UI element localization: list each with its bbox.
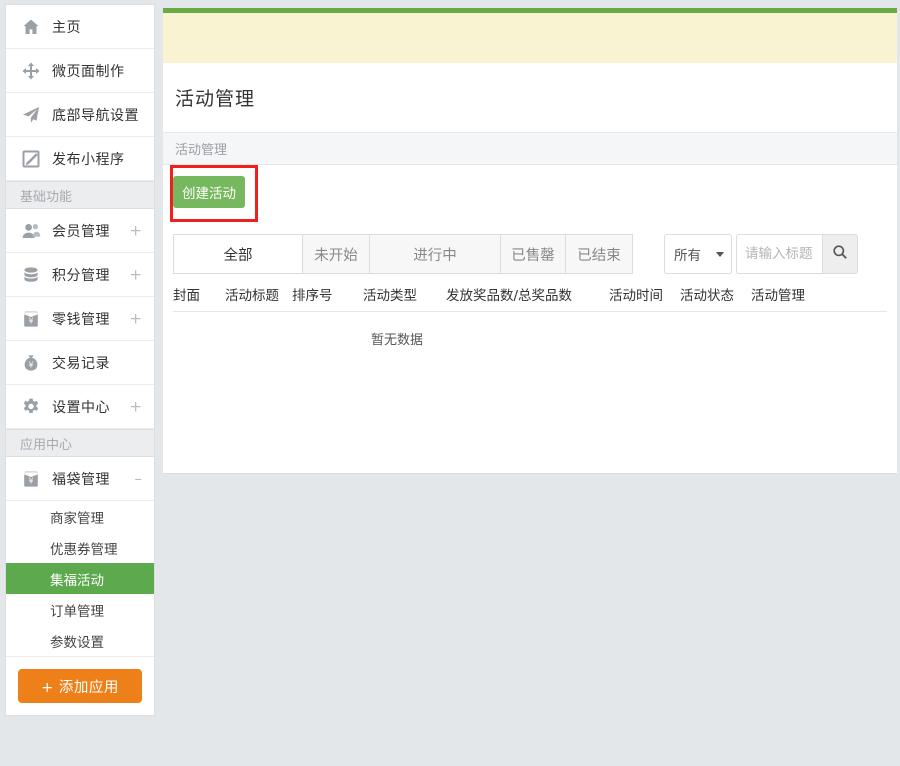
- sidebar-item-settings[interactable]: 设置中心 +: [6, 385, 154, 429]
- sidebar-item-label: 设置中心: [52, 399, 110, 416]
- sidebar-item-fudai[interactable]: ¥ 福袋管理 –: [6, 457, 154, 501]
- sidebar-item-micropage[interactable]: 微页面制作: [6, 49, 154, 93]
- column-header-title: 活动标题: [225, 287, 279, 304]
- column-header-cover: 封面: [173, 287, 200, 304]
- sidebar-subitem-label: 参数设置: [50, 634, 104, 651]
- sidebar-item-points[interactable]: 积分管理 +: [6, 253, 154, 297]
- sidebar-section-basic: 基础功能: [6, 181, 154, 209]
- database-icon: [20, 264, 42, 286]
- breadcrumb: 活动管理: [163, 133, 897, 165]
- sidebar-subitem-merchant[interactable]: 商家管理: [6, 501, 154, 532]
- search-icon: [832, 244, 848, 264]
- column-header-time: 活动时间: [609, 287, 663, 304]
- tab-all[interactable]: 全部: [173, 234, 302, 274]
- sidebar-item-members[interactable]: 会员管理 +: [6, 209, 154, 253]
- sidebar-subitem-coupon[interactable]: 优惠券管理: [6, 532, 154, 563]
- page-header: 活动管理: [163, 63, 897, 133]
- sidebar-item-label: 零钱管理: [52, 311, 110, 328]
- tab-label: 已结束: [577, 247, 621, 264]
- column-header-status: 活动状态: [680, 287, 734, 304]
- type-select[interactable]: 所有: [664, 234, 732, 274]
- search-input[interactable]: [736, 234, 822, 274]
- tab-label: 进行中: [413, 247, 457, 264]
- sidebar-item-bottomnav[interactable]: 底部导航设置: [6, 93, 154, 137]
- sidebar-item-home[interactable]: 主页: [6, 5, 154, 49]
- breadcrumb-item: 活动管理: [175, 143, 228, 158]
- add-app-container: + 添加应用: [6, 656, 154, 715]
- search-button[interactable]: [822, 234, 858, 274]
- app-root: 主页 微页面制作 底部导航设置 发布小程序 基础功能 会员管理 + 积分管理 +…: [0, 0, 900, 766]
- tab-in-progress[interactable]: 进行中: [369, 234, 500, 274]
- activity-table: 封面 活动标题 排序号 活动类型 发放奖品数/总奖品数 活动时间 活动状态 活动…: [173, 276, 887, 364]
- sidebar-item-label: 主页: [52, 19, 81, 36]
- expand-plus-icon[interactable]: +: [129, 223, 142, 238]
- page-title: 活动管理: [175, 88, 256, 110]
- table-empty-state: 暂无数据: [173, 312, 887, 364]
- sidebar-section-apps: 应用中心: [6, 429, 154, 457]
- notice-banner: [163, 13, 897, 63]
- red-envelope-icon: ¥: [20, 468, 42, 490]
- sidebar-subitem-label: 订单管理: [50, 603, 104, 620]
- section-label: 基础功能: [20, 189, 73, 205]
- svg-text:¥: ¥: [29, 360, 34, 369]
- sidebar-subitem-jifu-activity[interactable]: 集福活动: [6, 563, 154, 594]
- table-header-row: 封面 活动标题 排序号 活动类型 发放奖品数/总奖品数 活动时间 活动状态 活动…: [173, 276, 887, 312]
- main-content: 活动管理 活动管理 创建活动 全部 未开始 进行中 已售罄 已结束 所有 请输入…: [163, 0, 900, 766]
- tab-sold-out[interactable]: 已售罄: [500, 234, 565, 274]
- sidebar-item-publish[interactable]: 发布小程序: [6, 137, 154, 181]
- empty-text: 暂无数据: [371, 332, 424, 348]
- expand-plus-icon[interactable]: +: [129, 311, 142, 326]
- expand-plus-icon[interactable]: +: [129, 399, 142, 414]
- gear-icon: [20, 396, 42, 418]
- sidebar-item-label: 交易记录: [52, 355, 110, 372]
- sidebar-item-label: 积分管理: [52, 267, 110, 284]
- red-envelope-icon: ¥: [20, 308, 42, 330]
- sidebar-item-label: 福袋管理: [52, 471, 110, 488]
- tab-label: 未开始: [314, 247, 358, 264]
- tab-not-started[interactable]: 未开始: [302, 234, 369, 274]
- paper-plane-icon: [20, 104, 42, 126]
- tab-ended[interactable]: 已结束: [565, 234, 633, 274]
- column-header-sort: 排序号: [292, 287, 333, 304]
- sidebar-subitem-label: 商家管理: [50, 510, 104, 527]
- users-icon: [20, 220, 42, 242]
- sidebar-item-label: 底部导航设置: [52, 107, 139, 124]
- expand-plus-icon[interactable]: +: [129, 267, 142, 282]
- sidebar-item-label: 发布小程序: [52, 151, 125, 168]
- sidebar-subitem-label: 集福活动: [50, 572, 104, 589]
- add-app-button[interactable]: + 添加应用: [18, 669, 142, 703]
- sidebar-subitem-params[interactable]: 参数设置: [6, 625, 154, 656]
- sidebar-subitem-orders[interactable]: 订单管理: [6, 594, 154, 625]
- sidebar: 主页 微页面制作 底部导航设置 发布小程序 基础功能 会员管理 + 积分管理 +…: [0, 0, 160, 766]
- tab-label: 已售罄: [511, 247, 555, 264]
- svg-text:¥: ¥: [29, 476, 34, 485]
- svg-text:¥: ¥: [29, 316, 34, 325]
- create-activity-button[interactable]: 创建活动: [173, 176, 245, 208]
- create-button-container: 创建活动: [163, 165, 245, 208]
- status-tabs: 全部 未开始 进行中 已售罄 已结束: [173, 234, 633, 274]
- edit-square-icon: [20, 148, 42, 170]
- collapse-minus-icon[interactable]: –: [135, 471, 143, 486]
- column-header-manage: 活动管理: [751, 287, 805, 304]
- type-select-value: 所有: [674, 248, 701, 264]
- column-header-type: 活动类型: [363, 287, 417, 304]
- sidebar-subitem-label: 优惠券管理: [50, 541, 118, 558]
- sidebar-item-label: 会员管理: [52, 223, 110, 240]
- sidebar-item-wallet[interactable]: ¥ 零钱管理 +: [6, 297, 154, 341]
- tab-label: 全部: [223, 247, 253, 264]
- chevron-down-icon: [716, 251, 724, 257]
- column-header-prizes: 发放奖品数/总奖品数: [446, 287, 573, 304]
- content-panel: 创建活动 全部 未开始 进行中 已售罄 已结束 所有 请输入标题 封面 活动标题…: [163, 165, 897, 474]
- move-arrows-icon: [20, 60, 42, 82]
- sidebar-item-transactions[interactable]: ¥ 交易记录: [6, 341, 154, 385]
- home-icon: [20, 16, 42, 38]
- sidebar-item-label: 微页面制作: [52, 63, 125, 80]
- section-label: 应用中心: [20, 437, 73, 453]
- sidebar-card: 主页 微页面制作 底部导航设置 发布小程序 基础功能 会员管理 + 积分管理 +…: [5, 4, 155, 716]
- filter-bar: 所有: [664, 234, 858, 274]
- money-bag-icon: ¥: [20, 352, 42, 374]
